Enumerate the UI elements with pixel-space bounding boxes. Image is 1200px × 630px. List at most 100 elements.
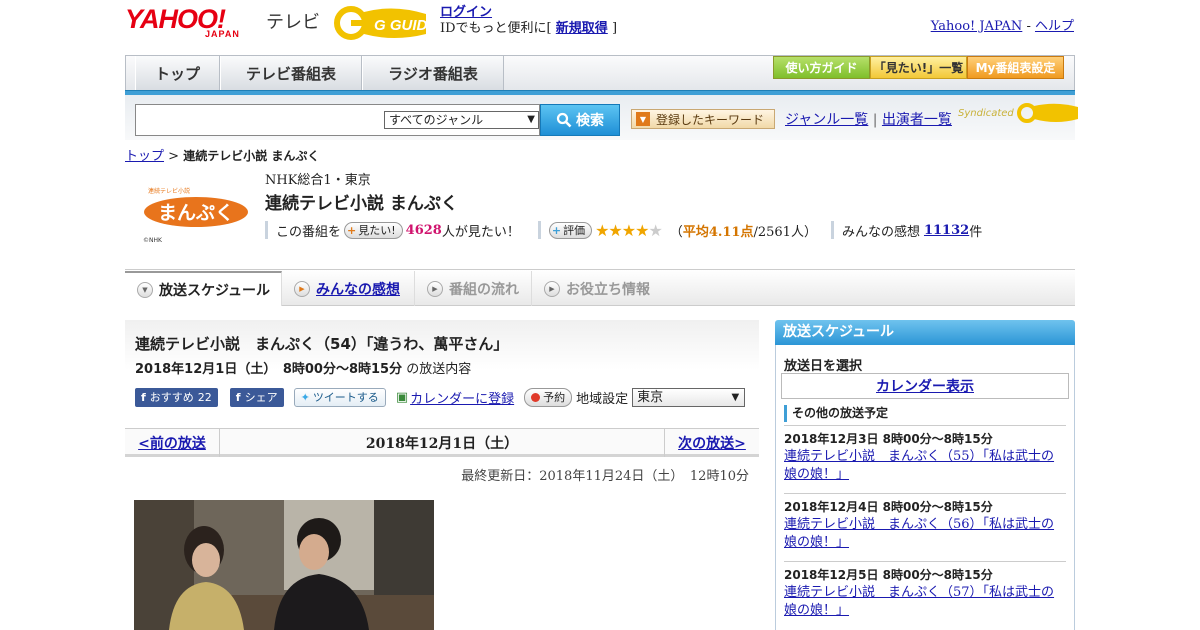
tab-reviews[interactable]: ▶ みんなの感想 [282,271,415,306]
broadcast-title-link[interactable]: 連続テレビ小説 まんぷく（55）「私は武士の娘の娘！」 [784,448,1066,484]
login-block: ログイン IDでもっと便利に[ 新規取得 ] [440,5,617,37]
header-link-separator: - [1022,19,1035,34]
plus-icon: + [347,223,357,237]
genre-select[interactable]: すべてのジャンル ▼ [384,111,539,129]
broadcast-list-item: 2018年12月3日 8時00分～8時15分 連続テレビ小説 まんぷく（55）「… [784,425,1066,484]
calendar-display-button[interactable]: カレンダー表示 [781,373,1069,399]
rating-average: 平均4.11点 [682,224,754,240]
impressions-suffix: 件 [969,224,983,240]
facebook-icon: f [235,390,241,404]
signup-link[interactable]: 新規取得 [556,21,608,36]
pager-current-date: 2018年12月1日（土） [365,435,519,452]
episode-airtime: 2018年12月1日（土） 8時00分～8時15分 の放送内容 [135,358,471,377]
tab-program-flow: ▶ 番組の流れ [415,271,532,306]
tweet-label: ツイートする [312,391,379,404]
tab-broadcast-schedule[interactable]: ▼ 放送スケジュール [125,271,282,306]
program-logo-credit: ©NHK [143,237,163,244]
facebook-share-button[interactable]: f シェア [229,387,284,407]
episode-title: 連続テレビ小説 まんぷく（54）「違うわ、萬平さん」 [135,335,509,353]
search-button-label: 検索 [576,113,604,129]
header-links: Yahoo! JAPAN - ヘルプ [931,15,1074,34]
next-broadcast-link[interactable]: 次の放送> [678,433,746,453]
facebook-share-label: シェア [244,391,278,404]
gguide-logo-text: G GUIDE [374,17,432,34]
facebook-recommend-label: おすすめ [149,391,194,404]
program-logo: 連続テレビ小説 まんぷく ©NHK [143,187,248,244]
nav-tab-top[interactable]: トップ [135,56,220,90]
help-link[interactable]: ヘルプ [1035,19,1074,34]
broadcast-list-item: 2018年12月5日 8時00分～8時15分 連続テレビ小説 まんぷく（57）「… [784,561,1066,620]
program-logo-small: 連続テレビ小説 [148,187,190,195]
login-link[interactable]: ログイン [440,5,492,20]
gguide-logo[interactable]: G GUIDE [334,6,432,40]
region-select[interactable]: 東京 ▼ [632,387,746,407]
usage-guide-button[interactable]: 使い方ガイド [773,56,870,79]
rating-stars: ★★★★★ [595,220,663,240]
registered-keywords-label: 登録したキーワード [656,112,765,127]
prev-broadcast: <前の放送 [125,428,220,457]
tab-label: 番組の流れ [449,281,519,298]
region-label: 地域設定 [576,391,629,407]
share-row: f おすすめ 22 f シェア ✦ ツイートする ▣ カレンダーに登録 予約 地… [135,387,746,407]
reserve-label: 予約 [543,391,566,404]
episode-datetime: 2018年12月1日（土） 8時00分～8時15分 [135,362,403,377]
breadcrumb-top-link[interactable]: トップ [125,149,164,164]
breadcrumb: トップ > 連続テレビ小説 まんぷく [125,145,319,164]
star-icon: ★ [621,220,636,240]
want-count: 4628 [405,222,442,238]
stats-divider [265,221,268,239]
twitter-bird-icon: ✦ [300,390,310,404]
facebook-recommend-button[interactable]: f おすすめ 22 [135,387,218,407]
record-icon [531,392,541,402]
yahoo-japan-wordmark: JAPAN [205,29,240,39]
tv-service-label[interactable]: テレビ [266,8,320,34]
tweet-button[interactable]: ✦ ツイートする [293,387,386,407]
cast-list-link[interactable]: 出演者一覧 [882,112,952,128]
calendar-add-icon: ▣ [395,389,409,405]
broadcast-datetime: 2018年12月5日 8時00分～8時15分 [784,568,993,582]
want-to-watch-label: 見たい! [358,224,396,237]
search-button[interactable]: 検索 [540,104,620,136]
reserve-button[interactable]: 予約 [524,387,573,407]
plus-icon: + [551,223,562,237]
prev-broadcast-link[interactable]: <前の放送 [138,433,206,453]
select-date-label: 放送日を選択 [784,359,863,374]
broadcast-title-link[interactable]: 連続テレビ小説 まんぷく（56）「私は武士の娘の娘！」 [784,516,1066,552]
broadcast-title-link[interactable]: 連続テレビ小説 まんぷく（57）「私は武士の娘の娘！」 [784,584,1066,620]
genre-list-link[interactable]: ジャンル一覧 [785,112,868,128]
login-promo-close: ] [611,21,618,36]
rating-people: /2561人） [753,224,817,240]
genre-select-value: すべてのジャンル [389,113,484,127]
chevron-down-icon: ▼ [137,281,153,298]
want-prefix: この番組を [276,224,342,240]
yahoo-japan-link[interactable]: Yahoo! JAPAN [931,19,1023,34]
impressions-count-link[interactable]: 11132 [924,223,969,238]
search-icon [556,112,572,128]
registered-keywords-button[interactable]: ▼ 登録したキーワード [631,109,775,129]
nav-tab-tv-listings[interactable]: テレビ番組表 [220,56,362,90]
want-list-button[interactable]: 「見たい!」一覧 [870,56,967,79]
calendar-register: ▣ カレンダーに登録 [396,388,514,407]
rate-button[interactable]: + 評価 [548,221,593,239]
rate-button-label: 評価 [563,224,586,237]
login-promo-text: IDでもっと便利に[ [440,21,552,36]
want-to-watch-button[interactable]: + 見たい! [344,221,403,239]
calendar-register-link[interactable]: カレンダーに登録 [410,388,514,407]
triangle-down-icon: ▼ [636,112,650,126]
facebook-recommend-count: 22 [197,390,212,404]
nav-tab-radio-listings[interactable]: ラジオ番組表 [362,56,504,90]
my-listings-settings-button[interactable]: My番組表設定 [967,56,1064,79]
syndicated-gguide-badge: Syndicated [958,102,1080,124]
sidebar-header: 放送スケジュール [775,320,1075,345]
calendar-display-link[interactable]: カレンダー表示 [876,376,974,396]
other-broadcasts-header: その他の放送予定 [784,405,888,422]
episode-photo [134,500,434,630]
star-empty-icon: ★ [648,220,662,240]
episode-datetime-suffix: の放送内容 [406,362,472,377]
program-title: 連続テレビ小説 まんぷく [265,194,458,214]
tab-label: みんなの感想 [316,281,400,298]
gguide-mini-logo [1016,103,1078,123]
impressions-label: みんなの感想 [841,224,920,240]
want-suffix: 人が見たい！ [441,224,520,240]
next-broadcast: 次の放送> [664,428,759,457]
